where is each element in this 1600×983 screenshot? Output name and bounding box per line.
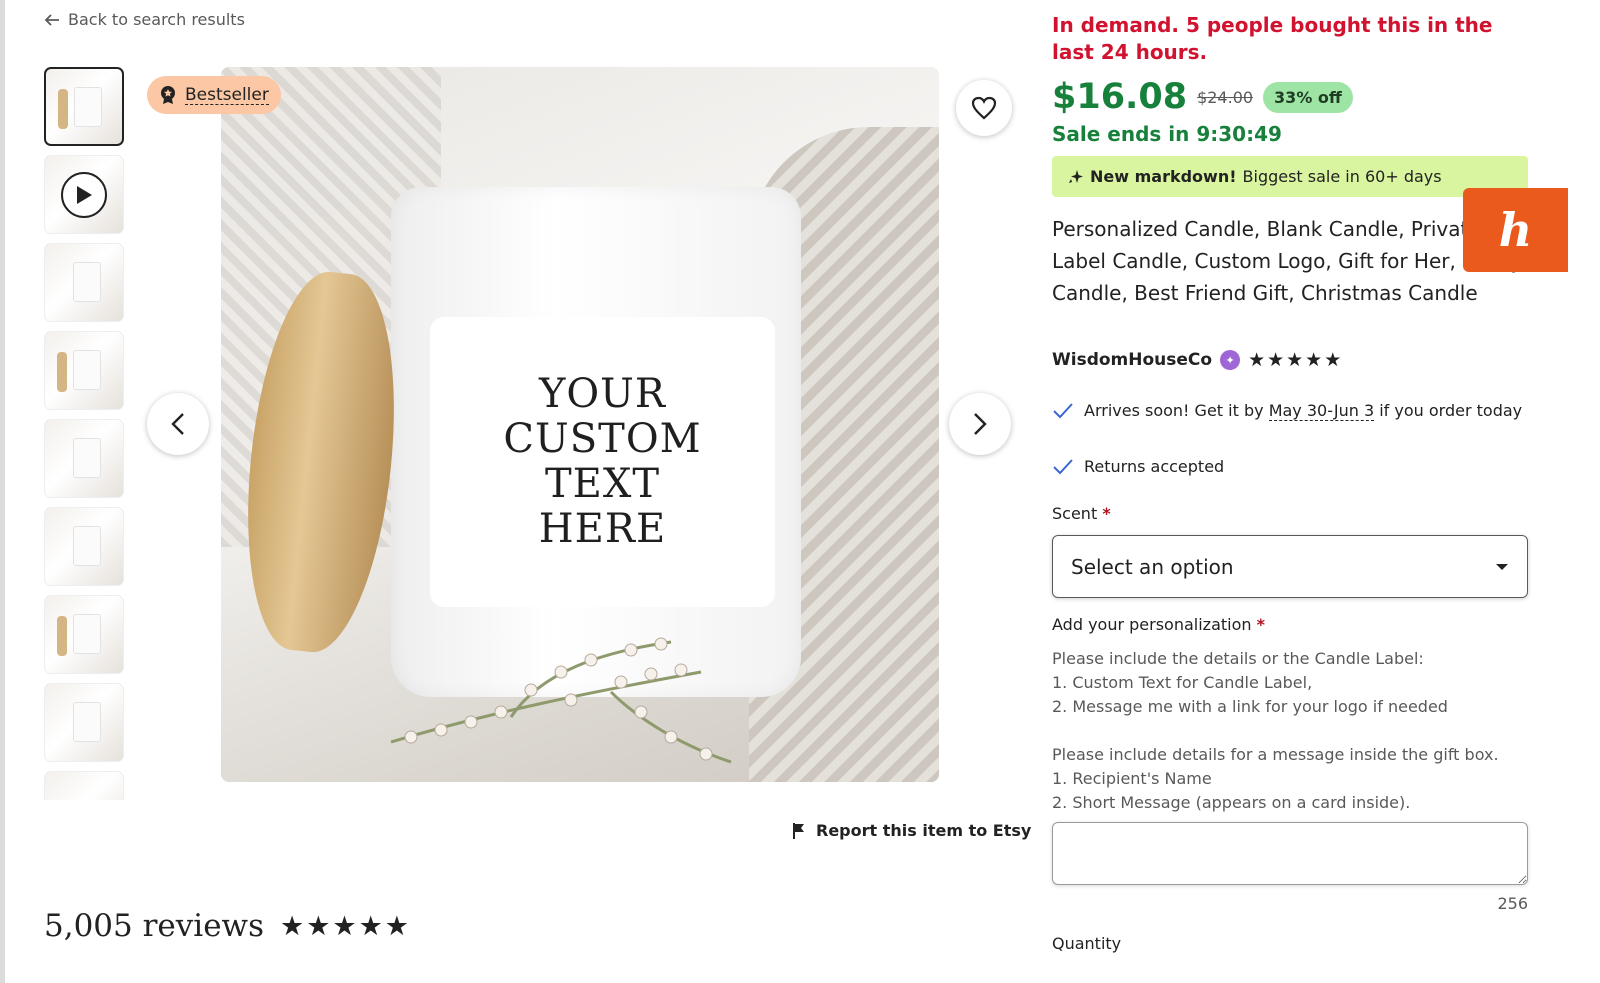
report-label: Report this item to Etsy (816, 821, 1032, 840)
markdown-bold: New markdown! (1090, 167, 1237, 186)
chevron-left-icon (171, 413, 184, 435)
thumbnail-video[interactable] (44, 155, 124, 234)
play-icon (61, 172, 107, 218)
dried-flowers (390, 637, 732, 764)
honey-extension-button[interactable]: h (1463, 188, 1568, 272)
scent-select[interactable]: Select an option (1052, 535, 1528, 598)
original-price: $24.00 (1197, 87, 1254, 107)
reviews-stars: ★★★★★ (279, 910, 412, 942)
window-edge (0, 0, 5, 983)
heart-icon (971, 96, 997, 120)
sale-countdown: Sale ends in 9:30:49 (1052, 122, 1282, 146)
reviews-count: 5,005 reviews (44, 908, 264, 944)
chevron-right-icon (974, 413, 987, 435)
personalization-label: Add your personalization * (1052, 615, 1265, 634)
arrival-prefix: Arrives soon! Get it by (1084, 401, 1264, 420)
required-mark: * (1102, 504, 1111, 523)
seller-rating-stars: ★★★★★ (1248, 349, 1344, 371)
thumbnail-5[interactable] (44, 419, 124, 498)
award-icon (161, 86, 175, 104)
seller-row: WisdomHouseCo ✦ ★★★★★ (1052, 349, 1343, 371)
arrow-left-icon (44, 13, 59, 26)
previous-image-button[interactable] (147, 393, 209, 455)
honey-logo-icon: h (1498, 203, 1533, 257)
personalization-textarea[interactable] (1052, 822, 1528, 885)
quantity-label: Quantity (1052, 934, 1122, 953)
favorite-button[interactable] (956, 80, 1012, 136)
sparkle-icon (1069, 169, 1083, 183)
arrival-text: Arrives soon! Get it by May 30-Jun 3 if … (1084, 399, 1522, 423)
scent-select-value: Select an option (1071, 554, 1234, 579)
personalization-instructions: Please include the details or the Candle… (1052, 649, 1499, 812)
thumbnail-strip (44, 67, 126, 800)
star-seller-badge-icon: ✦ (1220, 350, 1241, 370)
discount-badge: 33% off (1263, 81, 1353, 113)
back-link-label: Back to search results (68, 10, 245, 29)
next-image-button[interactable] (949, 393, 1011, 455)
markdown-banner: New markdown! Biggest sale in 60+ days (1052, 156, 1528, 197)
thumbnail-6[interactable] (44, 507, 124, 586)
flag-icon (793, 822, 804, 839)
listing-title: Personalized Candle, Blank Candle, Priva… (1052, 217, 1523, 305)
thumbnail-3[interactable] (44, 243, 124, 322)
product-main-image[interactable]: YOUR CUSTOM TEXT HERE (221, 67, 939, 782)
thumbnail-8[interactable] (44, 683, 124, 762)
price-row: $16.08 $24.00 33% off (1052, 77, 1353, 117)
caret-down-icon (1496, 563, 1508, 570)
bestseller-label: Bestseller (185, 84, 269, 105)
demand-notice: In demand. 5 people bought this in the l… (1052, 13, 1493, 64)
sale-price: $16.08 (1052, 77, 1188, 117)
bestseller-badge[interactable]: Bestseller (147, 76, 281, 114)
required-mark: * (1256, 615, 1265, 634)
returns-text: Returns accepted (1084, 457, 1225, 476)
character-count: 256 (1497, 894, 1528, 913)
checkmark-icon (1053, 459, 1073, 475)
thumbnail-7[interactable] (44, 595, 124, 674)
scent-label: Scent * (1052, 504, 1111, 523)
scent-label-text: Scent (1052, 504, 1098, 523)
reviews-summary: 5,005 reviews ★★★★★ (44, 908, 411, 944)
arrival-dates[interactable]: May 30-Jun 3 (1268, 401, 1375, 421)
thumbnail-1[interactable] (44, 67, 124, 146)
candle-label-text: YOUR CUSTOM TEXT HERE (503, 371, 702, 552)
arrival-suffix: if you order today (1379, 401, 1523, 420)
thumbnail-9[interactable] (44, 771, 124, 800)
returns-info: Returns accepted (1052, 455, 1530, 479)
thumbnail-4[interactable] (44, 331, 124, 410)
back-to-search-link[interactable]: Back to search results (44, 10, 245, 29)
report-item-link[interactable]: Report this item to Etsy (792, 821, 1031, 840)
seller-name-link[interactable]: WisdomHouseCo (1052, 350, 1212, 370)
candle-label: YOUR CUSTOM TEXT HERE (430, 317, 775, 607)
markdown-text: Biggest sale in 60+ days (1242, 167, 1442, 186)
checkmark-icon (1053, 403, 1073, 419)
arrival-info: Arrives soon! Get it by May 30-Jun 3 if … (1052, 399, 1530, 423)
personalization-label-text: Add your personalization (1052, 615, 1252, 634)
